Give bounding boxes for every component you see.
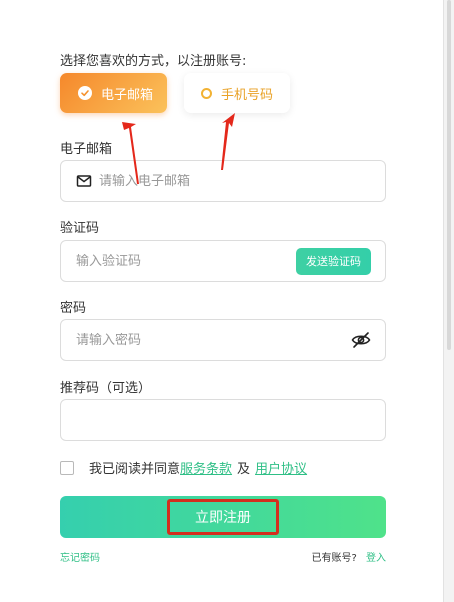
- agreement-prefix: 我已阅读并同意: [89, 462, 181, 477]
- agreement-checkbox[interactable]: [60, 460, 74, 475]
- code-label: 验证码: [60, 221, 100, 236]
- agreement-row: 我已阅读并同意 服务条款 及 用户协议: [60, 458, 307, 477]
- phone-method-button[interactable]: 手机号码: [184, 73, 290, 113]
- method-prompt: 选择您喜欢的方式，以注册账号:: [60, 54, 247, 69]
- scrollbar-thumb[interactable]: [447, 0, 451, 350]
- email-input[interactable]: [99, 173, 385, 189]
- login-link[interactable]: 登入: [366, 553, 386, 564]
- scrollbar[interactable]: [443, 0, 454, 602]
- forgot-password-link[interactable]: 忘记密码: [60, 549, 100, 564]
- code-field-box: 发送验证码: [60, 240, 386, 282]
- eye-off-icon[interactable]: [351, 330, 371, 350]
- terms-link[interactable]: 服务条款: [180, 458, 232, 477]
- referral-field-box: [60, 399, 386, 441]
- mail-icon: [76, 175, 92, 187]
- referral-label: 推荐码（可选）: [60, 381, 152, 396]
- check-circle-icon: [78, 86, 92, 100]
- register-button-label: 立即注册: [195, 510, 251, 526]
- have-account-text: 已有账号?: [311, 553, 357, 564]
- login-row: 已有账号? 登入: [312, 549, 387, 564]
- password-label: 密码: [60, 301, 87, 316]
- referral-input[interactable]: [76, 412, 385, 428]
- agreement-and: 及: [237, 462, 251, 477]
- send-code-button[interactable]: 发送验证码: [296, 247, 371, 275]
- code-input[interactable]: [76, 253, 296, 269]
- email-field-box: [60, 160, 386, 202]
- email-method-label: 电子邮箱: [101, 87, 154, 103]
- register-button[interactable]: 立即注册: [60, 496, 386, 538]
- email-method-button[interactable]: 电子邮箱: [60, 73, 167, 113]
- user-agreement-link[interactable]: 用户协议: [255, 458, 307, 477]
- phone-method-label: 手机号码: [221, 87, 274, 103]
- radio-ring-icon: [201, 87, 212, 99]
- email-label: 电子邮箱: [60, 142, 113, 157]
- password-input[interactable]: [76, 332, 351, 348]
- password-field-box: [60, 319, 386, 361]
